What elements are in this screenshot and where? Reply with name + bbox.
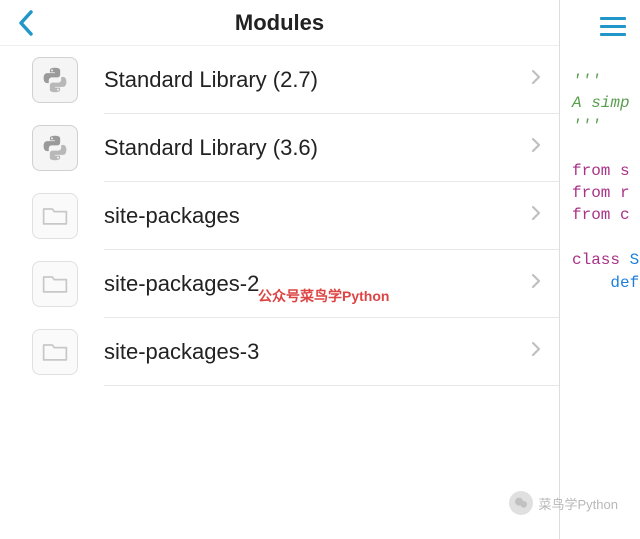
list-item-site-packages-2[interactable]: site-packages-2 (0, 250, 559, 318)
watermark-text: 公众号菜鸟学Python (258, 286, 389, 306)
back-button[interactable] (18, 10, 34, 41)
list-item-site-packages-3[interactable]: site-packages-3 (0, 318, 559, 386)
list-item-standard-library-27[interactable]: Standard Library (2.7) (0, 46, 559, 114)
chevron-right-icon (531, 273, 541, 294)
page-title: Modules (235, 10, 324, 36)
list-item-site-packages[interactable]: site-packages (0, 182, 559, 250)
chevron-right-icon (531, 341, 541, 362)
list-item-label: Standard Library (3.6) (104, 135, 531, 161)
chevron-right-icon (531, 205, 541, 226)
modules-list: Standard Library (2.7) Standard Library … (0, 46, 559, 386)
list-item-standard-library-36[interactable]: Standard Library (3.6) (0, 114, 559, 182)
hamburger-menu-button[interactable] (600, 12, 626, 41)
code-view: ''' A simp ''' from s from r from c clas… (572, 70, 640, 473)
header: Modules (0, 0, 559, 46)
folder-icon (32, 261, 78, 307)
chevron-right-icon (531, 137, 541, 158)
python-icon (32, 57, 78, 103)
python-icon (32, 125, 78, 171)
code-panel: ''' A simp ''' from s from r from c clas… (560, 0, 640, 539)
list-item-label: site-packages (104, 203, 531, 229)
chevron-right-icon (531, 69, 541, 90)
list-item-label: Standard Library (2.7) (104, 67, 531, 93)
wechat-icon (509, 491, 533, 515)
list-item-label: site-packages-3 (104, 339, 531, 365)
folder-icon (32, 329, 78, 375)
modules-panel: Modules Standard Library (2.7) (0, 0, 560, 539)
folder-icon (32, 193, 78, 239)
watermark-corner: 菜鸟学Python (509, 491, 618, 515)
